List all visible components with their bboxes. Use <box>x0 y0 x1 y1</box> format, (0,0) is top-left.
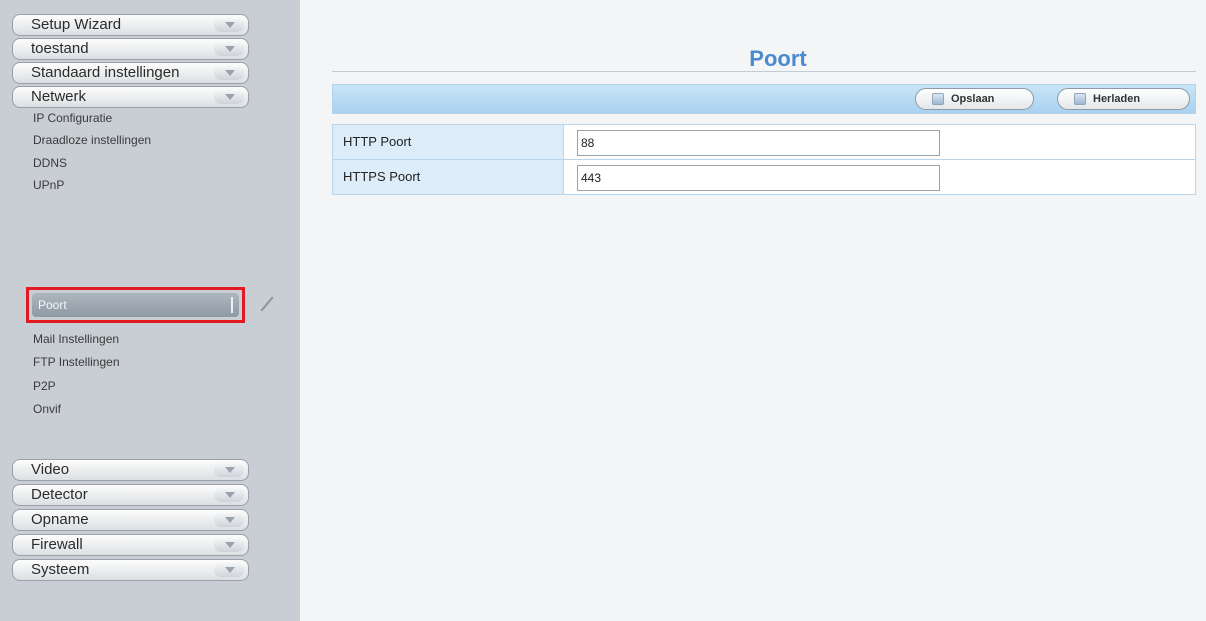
menu-status[interactable]: toestand <box>12 38 249 60</box>
menu-detector[interactable]: Detector <box>12 484 249 506</box>
toolbar: Opslaan Herladen <box>332 84 1196 114</box>
chevron-down-icon <box>214 563 244 577</box>
http-port-input[interactable] <box>577 130 940 156</box>
menu-label: Netwerk <box>31 88 87 105</box>
reload-button-label: Herladen <box>1093 93 1141 105</box>
sidebar-item-mail[interactable]: Mail Instellingen <box>33 331 119 347</box>
save-button-label: Opslaan <box>951 93 995 105</box>
sidebar-item-port[interactable]: Poort <box>32 293 239 317</box>
chevron-down-icon <box>214 538 244 552</box>
active-highlight: Poort <box>26 287 245 323</box>
chevron-down-icon <box>214 18 244 32</box>
chevron-down-icon <box>214 513 244 527</box>
form-row-http-port: HTTP Poort <box>332 125 1196 160</box>
sidebar: Setup Wizard toestand Standaard instelli… <box>0 0 300 621</box>
https-port-label: HTTPS Poort <box>333 160 564 194</box>
menu-basic-settings[interactable]: Standaard instellingen <box>12 62 249 84</box>
menu-label: Systeem <box>31 561 90 578</box>
sidebar-item-wireless[interactable]: Draadloze instellingen <box>33 132 151 148</box>
chevron-down-icon <box>214 66 244 80</box>
reload-button[interactable]: Herladen <box>1057 88 1190 110</box>
menu-label: Opname <box>31 511 89 528</box>
selection-pointer-icon <box>260 296 274 312</box>
menu-video[interactable]: Video <box>12 459 249 481</box>
reload-icon <box>1074 93 1086 105</box>
menu-network[interactable]: Netwerk <box>12 86 249 108</box>
divider <box>332 71 1196 72</box>
menu-label: toestand <box>31 40 89 57</box>
chevron-down-icon <box>214 488 244 502</box>
chevron-down-icon <box>214 90 244 104</box>
menu-label: Setup Wizard <box>31 16 122 33</box>
menu-setup-wizard[interactable]: Setup Wizard <box>12 14 249 36</box>
menu-label: Standaard instellingen <box>31 64 180 81</box>
chevron-down-icon <box>214 42 244 56</box>
http-port-label: HTTP Poort <box>333 125 564 159</box>
menu-system[interactable]: Systeem <box>12 559 249 581</box>
page-title: Poort <box>749 46 807 71</box>
sidebar-item-ddns[interactable]: DDNS <box>33 155 67 171</box>
sidebar-item-onvif[interactable]: Onvif <box>33 401 61 417</box>
https-port-input[interactable] <box>577 165 940 191</box>
chevron-down-icon <box>214 463 244 477</box>
menu-label: Detector <box>31 486 88 503</box>
save-icon <box>932 93 944 105</box>
menu-label: Firewall <box>31 536 83 553</box>
sidebar-item-ip-config[interactable]: IP Configuratie <box>33 110 112 126</box>
main-content: Poort Opslaan Herladen HTTP Poort HTTPS … <box>300 0 1206 621</box>
menu-label: Video <box>31 461 70 478</box>
divider <box>231 297 233 313</box>
menu-firewall[interactable]: Firewall <box>12 534 249 556</box>
settings-form: HTTP Poort HTTPS Poort <box>332 124 1196 195</box>
sidebar-item-label: Poort <box>38 298 67 312</box>
save-button[interactable]: Opslaan <box>915 88 1034 110</box>
sidebar-item-ftp[interactable]: FTP Instellingen <box>33 354 120 370</box>
menu-recording[interactable]: Opname <box>12 509 249 531</box>
form-row-https-port: HTTPS Poort <box>332 160 1196 195</box>
sidebar-item-p2p[interactable]: P2P <box>33 378 56 394</box>
sidebar-item-upnp[interactable]: UPnP <box>33 177 64 193</box>
